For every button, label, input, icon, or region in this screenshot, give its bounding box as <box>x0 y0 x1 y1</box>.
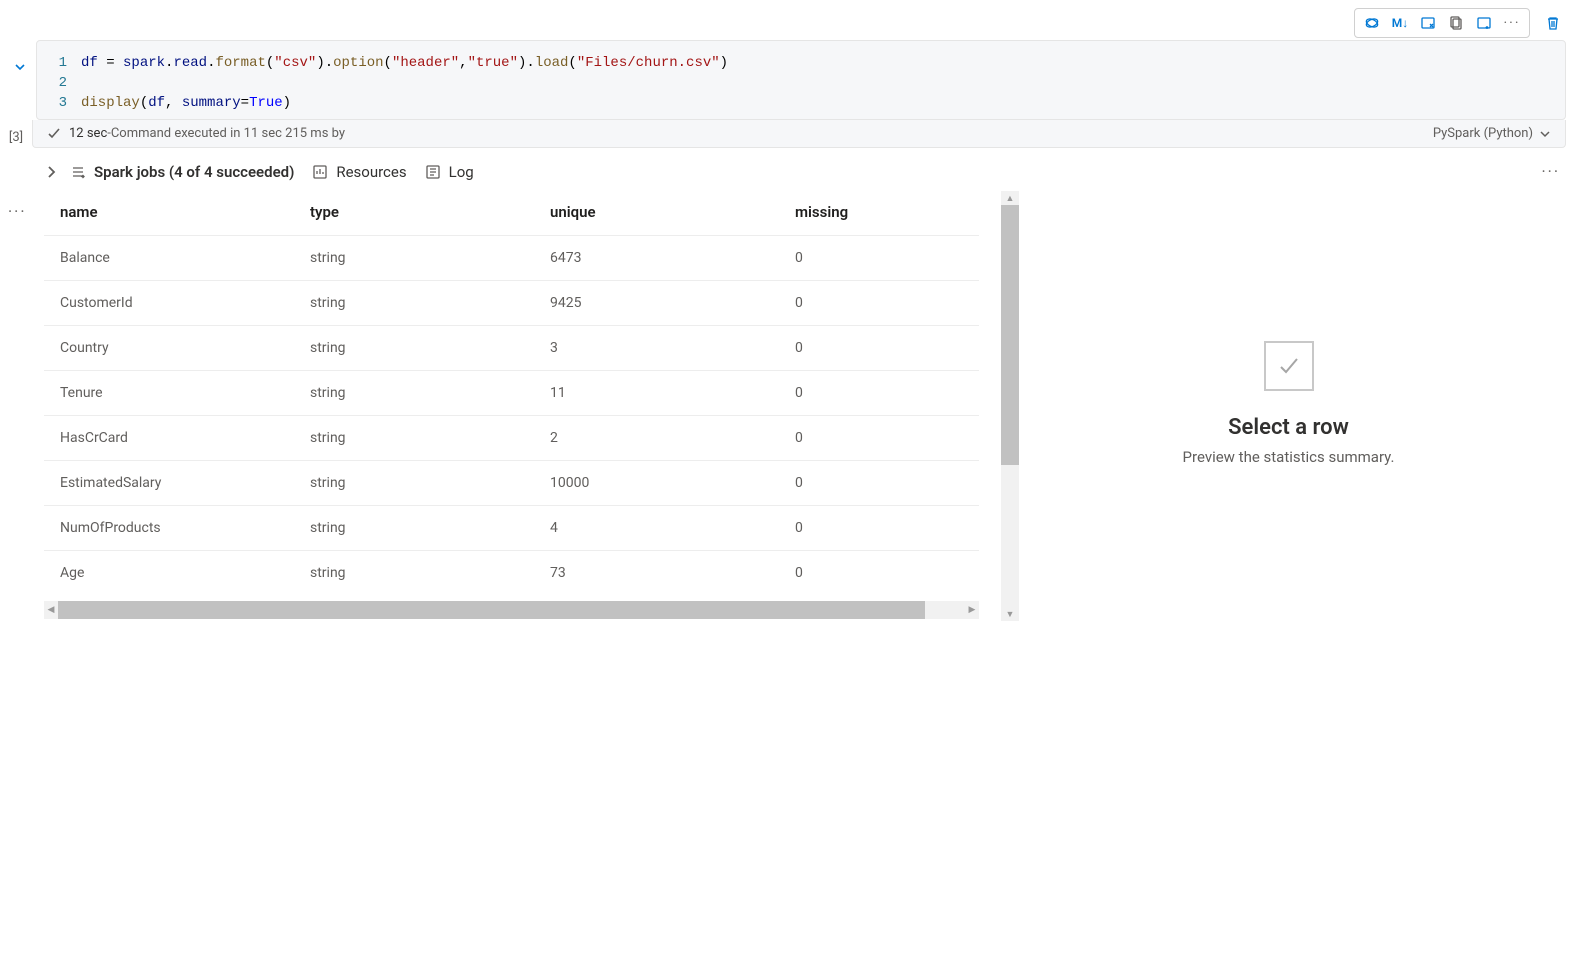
output-tabs: Spark jobs (4 of 4 succeeded) Resources … <box>0 148 1578 191</box>
cell-unique: 73 <box>534 551 779 596</box>
code-line-3: display(df, summary=True) <box>81 93 291 113</box>
add-cell-icon[interactable] <box>1471 11 1497 35</box>
output-more-icon[interactable]: ··· <box>1541 162 1574 181</box>
copy-icon[interactable] <box>1443 11 1469 35</box>
cell-name: CustomerId <box>44 281 294 326</box>
cell-name: Tenure <box>44 371 294 416</box>
preview-pane: Select a row Preview the statistics summ… <box>999 191 1578 619</box>
clear-output-icon[interactable] <box>1415 11 1441 35</box>
summary-table-container: name type unique missing Balancestring64… <box>44 191 999 619</box>
cell-type: string <box>294 371 534 416</box>
preview-placeholder-icon <box>1264 341 1314 391</box>
chart-icon <box>312 164 328 180</box>
cell-name: Age <box>44 551 294 596</box>
table-row[interactable]: NumOfProductsstring40 <box>44 506 979 551</box>
col-name[interactable]: name <box>44 191 294 236</box>
preview-title: Select a row <box>1228 415 1349 440</box>
code-line-2 <box>81 73 89 93</box>
draft-icon[interactable] <box>1359 11 1385 35</box>
cell-missing: 0 <box>779 416 979 461</box>
line-number: 1 <box>51 53 81 73</box>
table-row[interactable]: Balancestring64730 <box>44 236 979 281</box>
cell-missing: 0 <box>779 506 979 551</box>
col-missing[interactable]: missing <box>779 191 979 236</box>
cell-type: string <box>294 551 534 596</box>
table-row[interactable]: Tenurestring110 <box>44 371 979 416</box>
col-unique[interactable]: unique <box>534 191 779 236</box>
list-icon <box>70 164 86 180</box>
vertical-scrollbar[interactable]: ▲ ▼ <box>1001 191 1019 621</box>
line-number: 3 <box>51 93 81 113</box>
cell-unique: 11 <box>534 371 779 416</box>
summary-table: name type unique missing Balancestring64… <box>44 191 979 595</box>
scroll-left-arrow-icon[interactable]: ◀ <box>44 605 58 615</box>
results-area: name type unique missing Balancestring64… <box>0 191 1578 619</box>
check-icon <box>1275 352 1303 380</box>
cell-type: string <box>294 236 534 281</box>
code-line-1: df = spark.read.format("csv").option("he… <box>81 53 728 73</box>
cell-unique: 3 <box>534 326 779 371</box>
cell-unique: 10000 <box>534 461 779 506</box>
cell-type: string <box>294 461 534 506</box>
col-type[interactable]: type <box>294 191 534 236</box>
tab-resources[interactable]: Resources <box>312 163 406 181</box>
cell-name: HasCrCard <box>44 416 294 461</box>
cell-missing: 0 <box>779 236 979 281</box>
chevron-down-icon <box>1539 128 1551 140</box>
cell-type: string <box>294 416 534 461</box>
convert-markdown-button[interactable]: M↓ <box>1387 11 1413 35</box>
tab-spark-jobs[interactable]: Spark jobs (4 of 4 succeeded) <box>70 163 294 181</box>
cell-name: Country <box>44 326 294 371</box>
table-row[interactable]: Countrystring30 <box>44 326 979 371</box>
more-icon[interactable]: ··· <box>1499 11 1525 35</box>
horizontal-scrollbar[interactable]: ◀ ▶ <box>44 601 979 619</box>
line-number: 2 <box>51 73 81 93</box>
language-selector[interactable]: PySpark (Python) <box>1433 126 1551 141</box>
preview-subtitle: Preview the statistics summary. <box>1183 448 1395 466</box>
execution-count: [3] <box>0 124 32 145</box>
scroll-up-arrow-icon[interactable]: ▲ <box>1001 191 1019 205</box>
table-row[interactable]: HasCrCardstring20 <box>44 416 979 461</box>
status-duration: 12 sec <box>69 126 107 141</box>
cell-toolbar: M↓ ··· <box>0 0 1578 40</box>
cell-unique: 4 <box>534 506 779 551</box>
scroll-down-arrow-icon[interactable]: ▼ <box>1001 607 1019 621</box>
cell-name: EstimatedSalary <box>44 461 294 506</box>
status-bar: 12 sec - Command executed in 11 sec 215 … <box>32 120 1566 148</box>
check-icon <box>47 127 61 141</box>
cell-name: NumOfProducts <box>44 506 294 551</box>
cell-missing: 0 <box>779 281 979 326</box>
scroll-thumb[interactable] <box>58 601 925 619</box>
delete-icon[interactable] <box>1540 11 1566 35</box>
execution-status-row: [3] 12 sec - Command executed in 11 sec … <box>0 120 1578 148</box>
cell-missing: 0 <box>779 461 979 506</box>
log-icon <box>425 164 441 180</box>
cell-type: string <box>294 326 534 371</box>
table-row[interactable]: Agestring730 <box>44 551 979 596</box>
tab-log[interactable]: Log <box>425 163 474 181</box>
toolbar-group: M↓ ··· <box>1354 8 1530 38</box>
cell-missing: 0 <box>779 326 979 371</box>
cell-unique: 6473 <box>534 236 779 281</box>
status-text: Command executed in 11 sec 215 ms by <box>111 126 345 141</box>
cell-name: Balance <box>44 236 294 281</box>
cell-type: string <box>294 281 534 326</box>
side-more-icon[interactable]: ··· <box>8 202 27 221</box>
expand-chevron-icon[interactable] <box>44 165 58 179</box>
cell-type: string <box>294 506 534 551</box>
code-cell-wrapper: 1 df = spark.read.format("csv").option("… <box>0 40 1578 120</box>
cell-unique: 9425 <box>534 281 779 326</box>
cell-unique: 2 <box>534 416 779 461</box>
table-row[interactable]: EstimatedSalarystring100000 <box>44 461 979 506</box>
collapse-chevron-icon[interactable] <box>13 60 27 74</box>
cell-missing: 0 <box>779 551 979 596</box>
scroll-right-arrow-icon[interactable]: ▶ <box>965 605 979 615</box>
cell-missing: 0 <box>779 371 979 416</box>
table-row[interactable]: CustomerIdstring94250 <box>44 281 979 326</box>
code-editor[interactable]: 1 df = spark.read.format("csv").option("… <box>36 40 1566 120</box>
scroll-thumb[interactable] <box>1001 205 1019 465</box>
